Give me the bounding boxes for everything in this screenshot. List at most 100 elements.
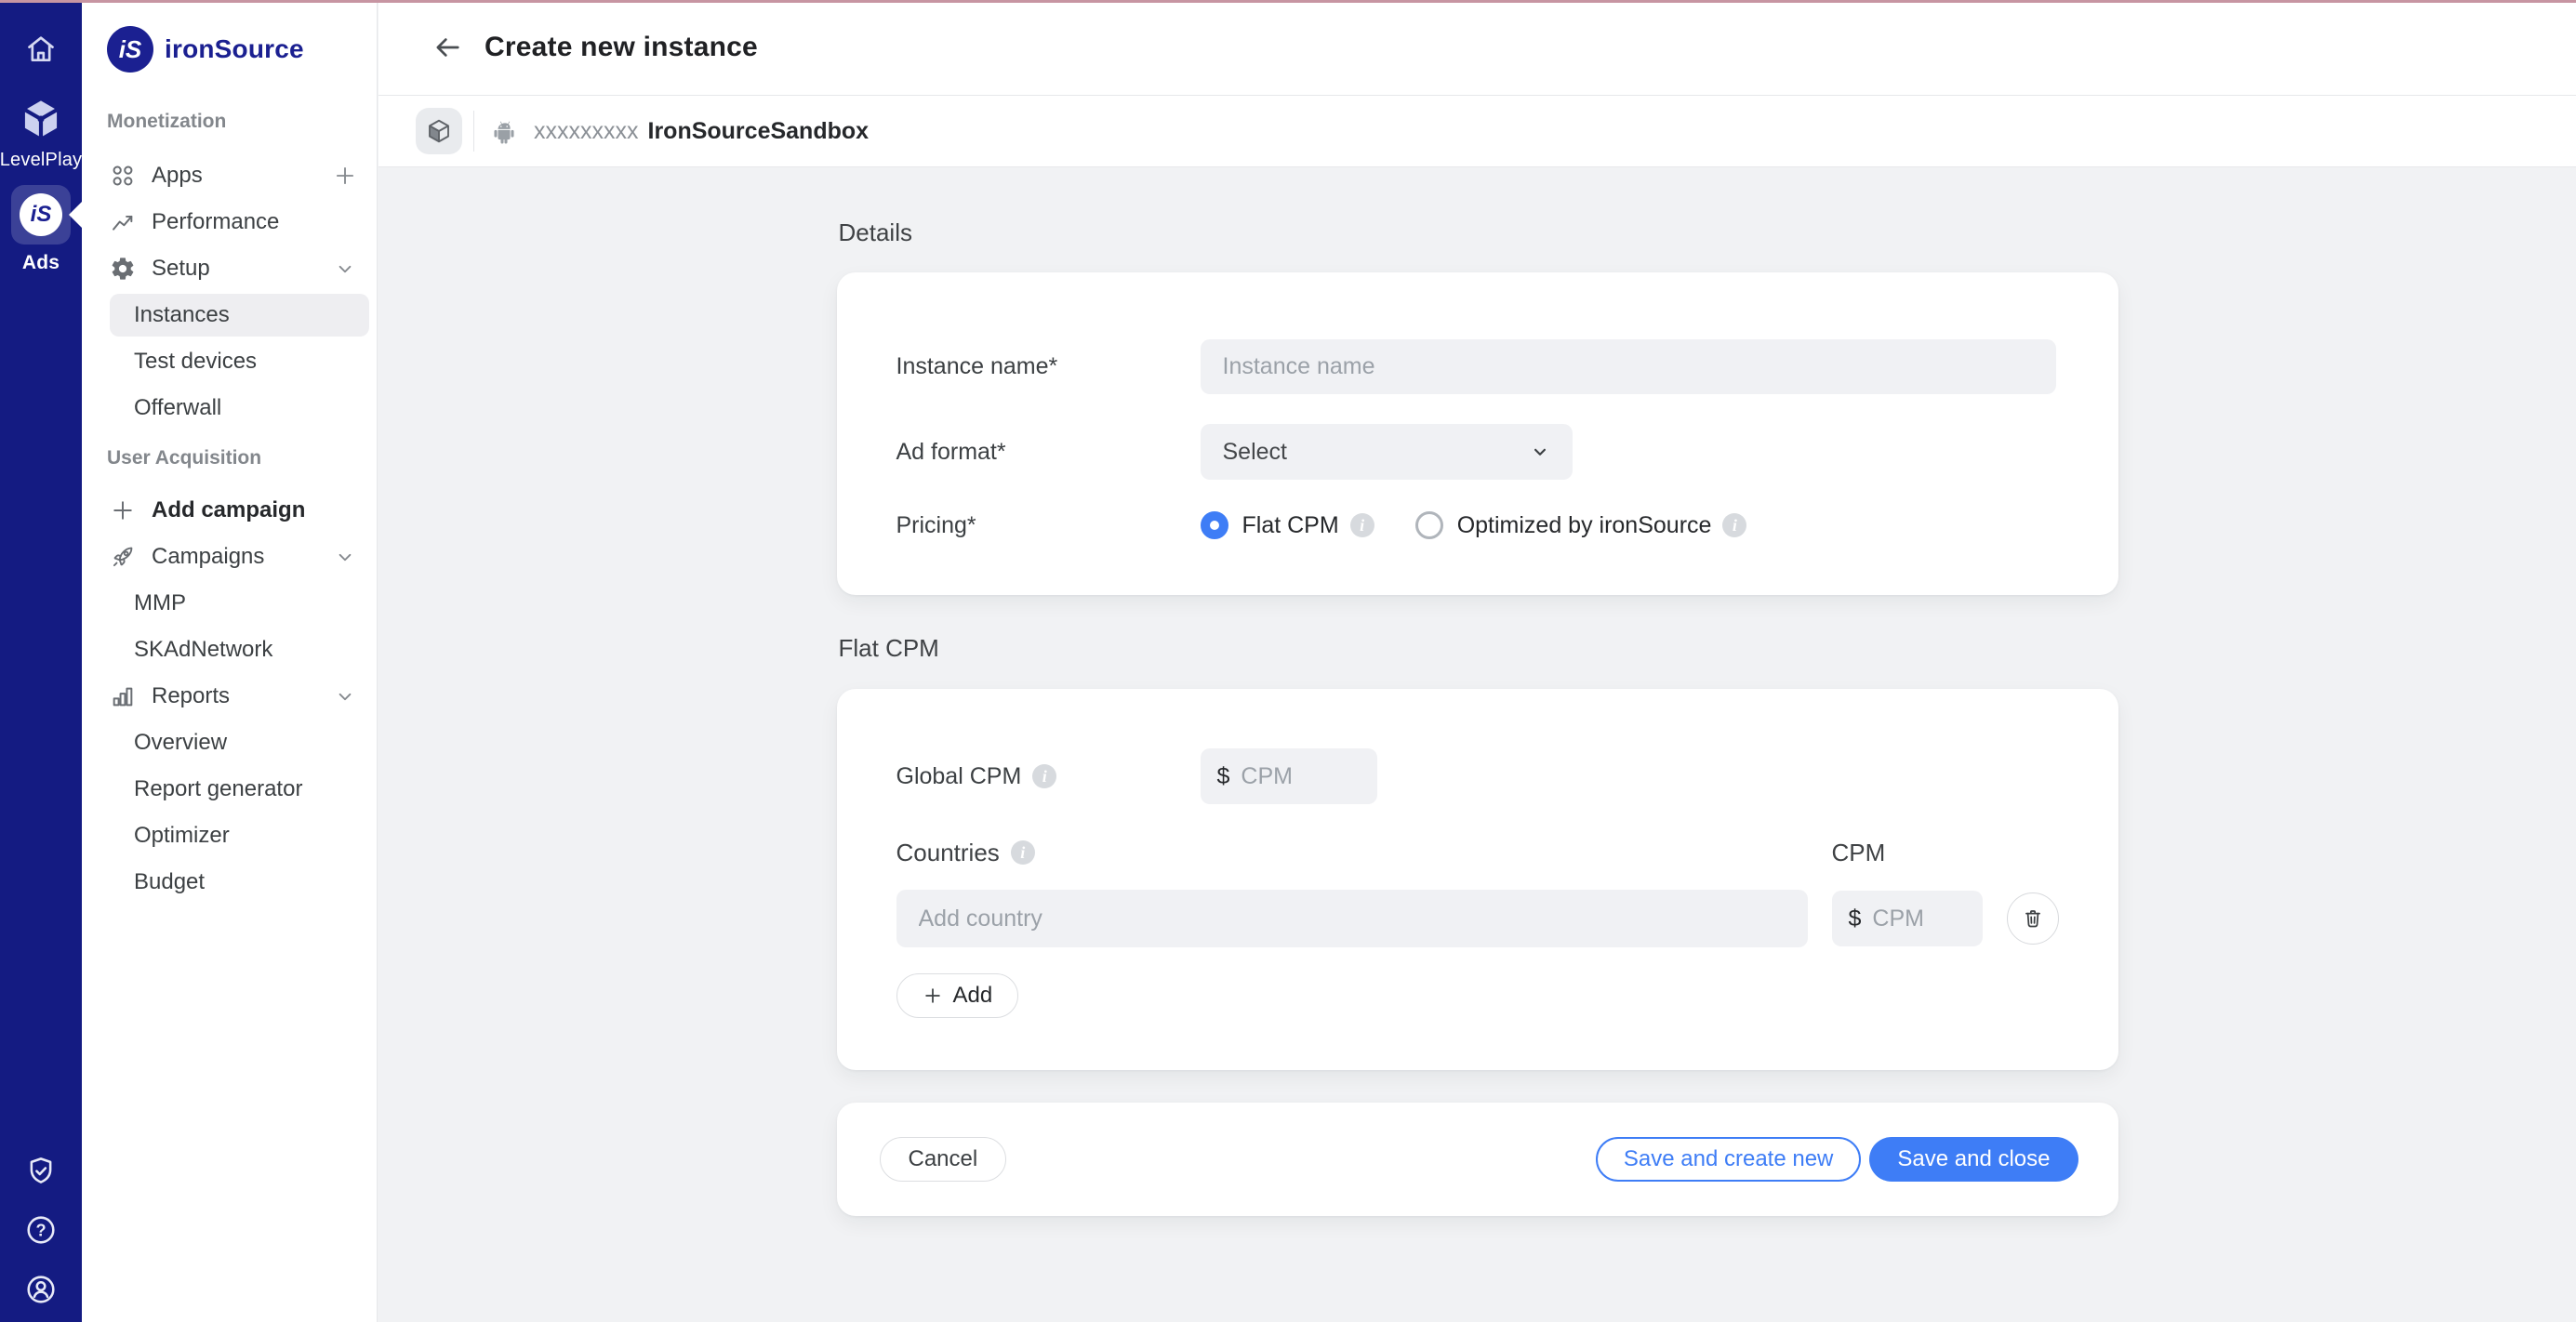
pricing-option-optimized[interactable]: Optimized by ironSource i bbox=[1415, 511, 1747, 539]
instance-name-row: Instance name* bbox=[896, 339, 2059, 394]
sidebar-item-label: Reports bbox=[152, 683, 230, 709]
active-rail-notch bbox=[69, 202, 82, 228]
global-cpm-field: $ bbox=[1201, 748, 1377, 804]
sidebar-item-label: Offerwall bbox=[134, 395, 221, 421]
delete-row-button[interactable] bbox=[2007, 892, 2059, 945]
global-cpm-label: Global CPM i bbox=[896, 763, 1201, 790]
page-header: Create new instance bbox=[378, 0, 2576, 96]
save-and-create-new-button[interactable]: Save and create new bbox=[1596, 1137, 1861, 1182]
ad-format-label: Ad format* bbox=[896, 439, 1201, 466]
home-button[interactable] bbox=[20, 29, 61, 70]
sidebar-item-label: Budget bbox=[134, 869, 205, 895]
trash-icon bbox=[2021, 906, 2045, 931]
add-app-icon[interactable] bbox=[333, 164, 357, 188]
performance-chart-icon bbox=[110, 209, 136, 235]
add-country-button[interactable]: Add bbox=[896, 973, 1019, 1018]
sidebar-item-campaigns[interactable]: Campaigns bbox=[82, 534, 377, 580]
radio-selected-icon bbox=[1201, 511, 1228, 539]
sidebar-item-label: Test devices bbox=[134, 349, 257, 375]
sidebar-item-skadnetwork[interactable]: SKAdNetwork bbox=[82, 627, 377, 673]
chevron-down-icon bbox=[333, 257, 357, 281]
sidebar-item-performance[interactable]: Performance bbox=[82, 199, 377, 245]
shield-check-icon bbox=[23, 1154, 59, 1189]
info-icon[interactable]: i bbox=[1011, 840, 1035, 865]
pricing-radio-group: Flat CPM i Optimized by ironSource i bbox=[1201, 511, 1747, 539]
global-cpm-input[interactable] bbox=[1241, 763, 1360, 790]
unity-cube-icon bbox=[18, 96, 64, 142]
ironsource-logo[interactable]: iS ironSource bbox=[107, 26, 304, 73]
app-id: xxxxxxxxx bbox=[534, 118, 639, 145]
flat-cpm-card: Global CPM i $ Countries i CPM bbox=[837, 689, 2118, 1070]
info-icon[interactable]: i bbox=[1032, 764, 1056, 788]
info-icon[interactable]: i bbox=[1722, 513, 1746, 537]
divider bbox=[473, 111, 474, 152]
instance-name-input[interactable] bbox=[1201, 339, 2056, 394]
country-cpm-input[interactable] bbox=[1872, 906, 1965, 932]
cancel-button[interactable]: Cancel bbox=[880, 1137, 1007, 1182]
cpm-column-label: CPM bbox=[1832, 838, 1886, 867]
rail-item-ads[interactable]: iS Ads bbox=[0, 185, 82, 274]
pricing-row: Pricing* Flat CPM i Optimized by ironSou… bbox=[896, 511, 2059, 539]
radio-label: Flat CPM bbox=[1242, 512, 1339, 539]
sidebar-item-apps[interactable]: Apps bbox=[82, 152, 377, 199]
sidebar-item-label: Setup bbox=[152, 256, 210, 282]
app-context-bar: xxxxxxxxx IronSourceSandbox bbox=[378, 96, 2576, 167]
help-button[interactable]: ? bbox=[20, 1210, 61, 1250]
sidebar-item-label: Campaigns bbox=[152, 544, 264, 570]
back-button[interactable] bbox=[427, 27, 468, 68]
main-area: Create new instance xxxxxxxxx IronSource… bbox=[378, 0, 2576, 1322]
chevron-down-icon bbox=[333, 545, 357, 569]
bar-chart-icon bbox=[110, 683, 136, 709]
sidebar-item-overview[interactable]: Overview bbox=[82, 720, 377, 766]
rail-item-label: LevelPlay bbox=[0, 150, 82, 171]
section-header-user-acquisition: User Acquisition bbox=[82, 437, 377, 480]
info-icon[interactable]: i bbox=[1350, 513, 1374, 537]
radio-unselected-icon bbox=[1415, 511, 1443, 539]
sidebar-item-setup[interactable]: Setup bbox=[82, 245, 377, 292]
sidebar-item-offerwall[interactable]: Offerwall bbox=[82, 385, 377, 431]
countries-label: Countries i bbox=[896, 839, 1035, 867]
sidebar-nav: Monetization Apps Performance Setup bbox=[82, 99, 377, 906]
sidebar-item-optimizer[interactable]: Optimizer bbox=[82, 813, 377, 859]
sidebar-item-report-generator[interactable]: Report generator bbox=[82, 766, 377, 813]
is-logo-icon: iS bbox=[107, 26, 153, 73]
add-country-input[interactable] bbox=[896, 890, 1808, 947]
content-area: Details Instance name* Ad format* Select bbox=[378, 168, 2576, 1322]
chevron-down-icon bbox=[333, 684, 357, 708]
save-and-close-button[interactable]: Save and close bbox=[1869, 1137, 2078, 1182]
pricing-option-flat-cpm[interactable]: Flat CPM i bbox=[1201, 511, 1374, 539]
chevron-down-icon bbox=[1528, 440, 1552, 464]
help-icon: ? bbox=[23, 1212, 59, 1248]
rail-item-label: Ads bbox=[22, 252, 60, 274]
sidebar-item-budget[interactable]: Budget bbox=[82, 859, 377, 906]
sidebar-item-reports[interactable]: Reports bbox=[82, 673, 377, 720]
privacy-button[interactable] bbox=[20, 1151, 61, 1192]
rail-item-levelplay[interactable]: LevelPlay bbox=[0, 96, 82, 171]
sidebar: iS ironSource Monetization Apps Performa… bbox=[82, 0, 378, 1322]
brand-wordmark: ironSource bbox=[165, 34, 304, 64]
sidebar-item-instances[interactable]: Instances bbox=[110, 294, 369, 337]
details-section-label: Details bbox=[839, 218, 2118, 247]
ad-format-row: Ad format* Select bbox=[896, 424, 2059, 480]
country-cpm-row: $ bbox=[896, 890, 2059, 947]
sidebar-item-label: Add campaign bbox=[152, 497, 305, 523]
sidebar-item-label: Apps bbox=[152, 163, 203, 189]
home-icon bbox=[22, 31, 60, 68]
sidebar-item-label: Overview bbox=[134, 730, 227, 756]
radio-label: Optimized by ironSource bbox=[1457, 512, 1712, 539]
sidebar-item-mmp[interactable]: MMP bbox=[82, 580, 377, 627]
account-button[interactable] bbox=[20, 1269, 61, 1310]
apps-grid-icon bbox=[110, 163, 136, 189]
app-rail: LevelPlay iS Ads ? bbox=[0, 0, 82, 1322]
svg-text:?: ? bbox=[35, 1222, 46, 1240]
section-header-monetization: Monetization bbox=[82, 99, 377, 145]
ad-format-select[interactable]: Select bbox=[1201, 424, 1573, 480]
is-logo-icon: iS bbox=[20, 193, 62, 236]
plus-icon bbox=[923, 985, 943, 1006]
dollar-prefix: $ bbox=[1217, 763, 1230, 790]
page-title: Create new instance bbox=[485, 32, 758, 63]
sidebar-item-test-devices[interactable]: Test devices bbox=[82, 338, 377, 385]
account-icon bbox=[23, 1272, 59, 1307]
sidebar-item-add-campaign[interactable]: Add campaign bbox=[82, 487, 377, 534]
flat-cpm-section-label: Flat CPM bbox=[839, 634, 2118, 663]
